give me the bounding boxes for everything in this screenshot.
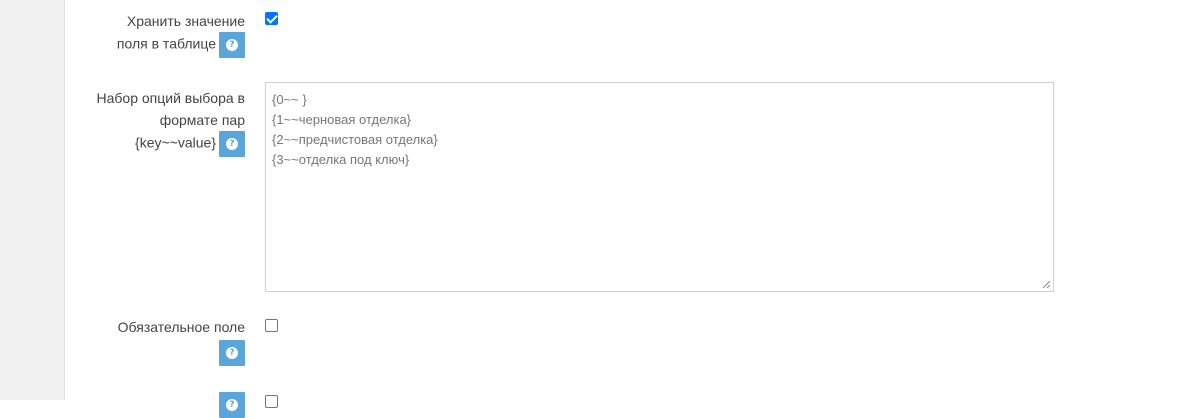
required-label-line1: Обязательное поле (117, 319, 245, 335)
options-line-1: {1~~черновая отделка} (272, 112, 412, 127)
options-set-help-button[interactable]: ? (219, 131, 245, 157)
options-line-0: {0~~ } (272, 92, 307, 107)
options-set-label-line2: формате пар (159, 112, 245, 128)
resize-handle-icon[interactable] (1042, 280, 1051, 289)
options-line-2: {2~~предчистовая отделка} (272, 132, 438, 147)
store-in-table-label: Хранить значение поля в таблице? (65, 10, 245, 58)
store-in-table-help-button[interactable]: ? (219, 32, 245, 58)
question-circle-icon: ? (226, 138, 238, 150)
next-field-help-button[interactable]: ? (219, 392, 245, 418)
store-in-table-label-line2: поля в таблице (116, 35, 216, 52)
options-set-label-line1: Набор опций выбора в (96, 90, 246, 106)
left-sidebar (0, 0, 65, 400)
options-set-label-line3: {key~~value} (135, 134, 216, 151)
options-line-3: {3~~отделка под ключ} (272, 152, 410, 167)
options-set-label-line3-wrap: {key~~value}? (65, 131, 245, 157)
options-set-label: Набор опций выбора в формате пар {key~~v… (65, 87, 245, 157)
next-field-label: ? (65, 392, 245, 418)
store-in-table-label-line2-wrap: поля в таблице? (65, 32, 245, 58)
question-circle-icon: ? (226, 399, 238, 411)
next-field-checkbox[interactable] (265, 395, 278, 408)
required-help-button[interactable]: ? (219, 340, 245, 366)
store-in-table-label-line1: Хранить значение (126, 13, 245, 29)
question-circle-icon: ? (226, 39, 238, 51)
store-in-table-checkbox[interactable] (265, 12, 278, 25)
required-help-wrap: ? (65, 338, 245, 366)
next-field-help-wrap: ? (65, 392, 245, 418)
options-set-textarea[interactable]: {0~~ } {1~~черновая отделка} {2~~предчис… (265, 82, 1054, 292)
required-checkbox[interactable] (265, 319, 278, 332)
required-label: Обязательное поле ? (65, 316, 245, 366)
question-circle-icon: ? (226, 347, 238, 359)
